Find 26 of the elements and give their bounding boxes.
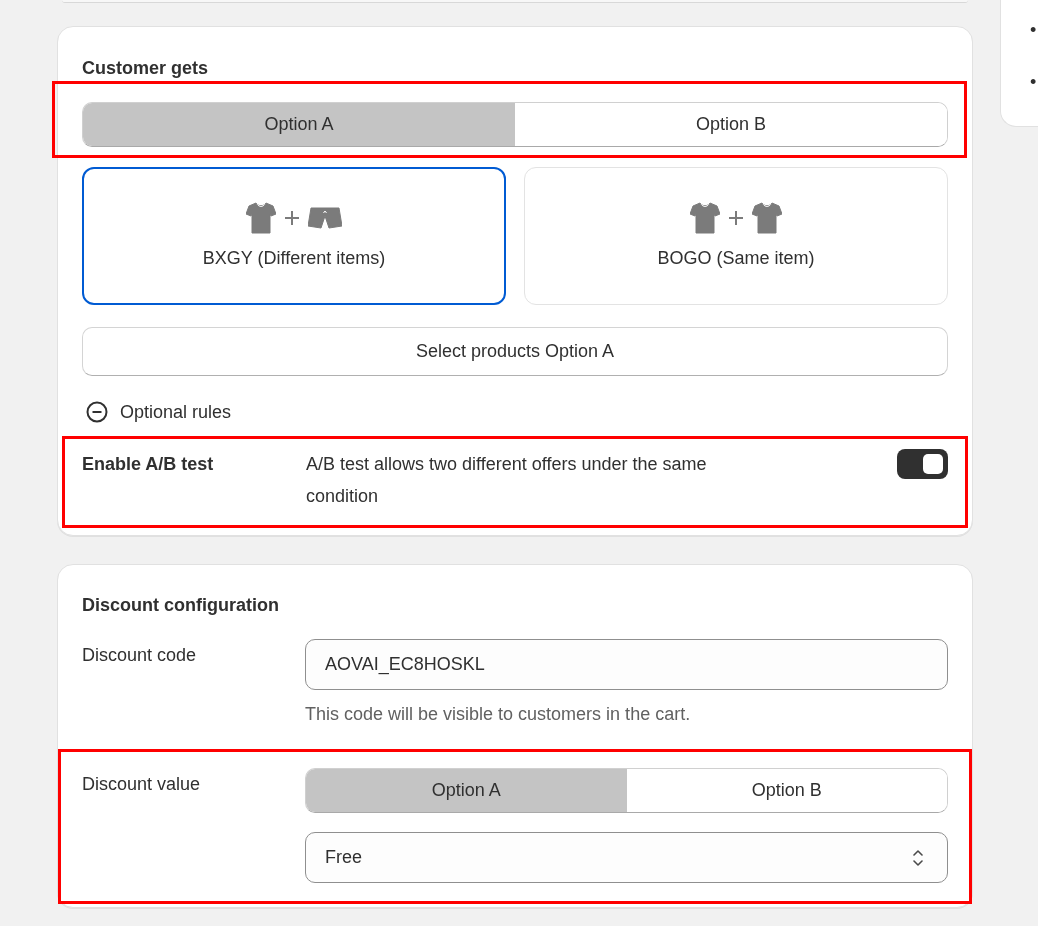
section-title: Customer gets [82, 57, 209, 80]
toggle-switch[interactable] [897, 449, 948, 479]
offer-type-card[interactable]: BXGY (Different items) [82, 167, 506, 305]
plus-icon [728, 210, 744, 226]
circle-minus-icon [86, 401, 108, 423]
chevron-up-down-icon [913, 848, 923, 867]
optional-rules-toggle[interactable]: Optional rules [82, 400, 232, 424]
tshirt-icon [690, 202, 720, 234]
option-tab[interactable]: Option A [306, 769, 627, 812]
offer-type-card[interactable]: BOGO (Same item) [524, 167, 948, 305]
list-bullet: • [1030, 19, 1037, 42]
help-text: This code will be visible to customers in the cart. [305, 703, 691, 726]
field-label: Discount value [82, 773, 201, 796]
field-label: Discount code [82, 644, 197, 667]
plus-icon [284, 210, 300, 226]
option-tab[interactable]: Option A [83, 103, 515, 146]
discount-code-field[interactable]: AOVAI_EC8HOSKL [305, 639, 948, 690]
list-bullet: • [1030, 71, 1037, 94]
tshirt-icon [246, 202, 276, 234]
section-title: Discount configuration [82, 594, 279, 617]
shorts-icon [308, 207, 342, 229]
discount-value-select[interactable]: Free [305, 832, 948, 883]
field-label: Enable A/B test [82, 453, 214, 476]
description-text: A/B test allows two different offers under the same condition [306, 453, 708, 508]
tshirt-icon [752, 202, 782, 234]
select-products-button[interactable]: Select products Option A [82, 327, 948, 376]
